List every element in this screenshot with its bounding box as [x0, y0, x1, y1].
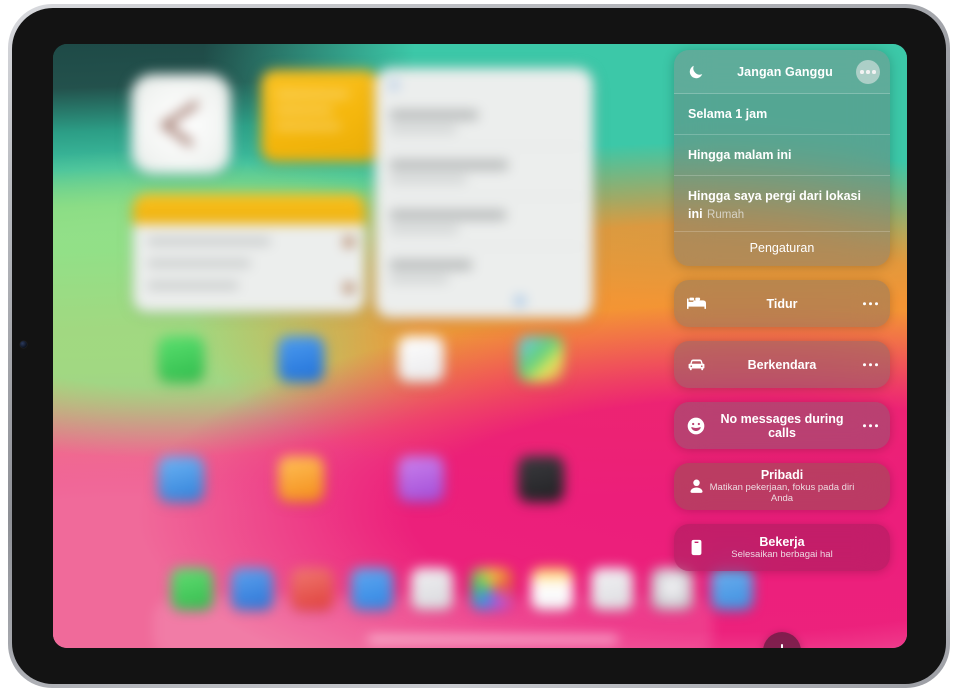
- list-widget-title: [389, 260, 473, 270]
- notes-line: [275, 92, 349, 97]
- ellipsis-icon[interactable]: [862, 423, 878, 428]
- app-icon-orange[interactable]: [278, 456, 324, 502]
- focus-mode-bekerja[interactable]: Bekerja Selesaikan berbagai hal: [674, 524, 890, 571]
- bed-icon: [686, 294, 706, 314]
- notes-line: [275, 124, 341, 129]
- focus-mode-sublabel: Matikan pekerjaan, fokus pada diri Anda: [709, 482, 855, 504]
- smiley-icon: [686, 416, 706, 436]
- focus-mode-tidur[interactable]: Tidur: [674, 280, 890, 327]
- tablet-screen: Jangan Ganggu Selama 1 jam Hingga malam …: [53, 44, 907, 648]
- dnd-option-leave-location[interactable]: Hingga saya pergi dari lokasi ini Rumah: [674, 176, 890, 232]
- list-widget-sub: [389, 276, 449, 283]
- list-widget-divider: [389, 196, 583, 197]
- list-widget-badge: [515, 296, 525, 306]
- new-focus-button[interactable]: [763, 632, 801, 648]
- dock-icon-azure[interactable]: [351, 568, 393, 610]
- dock-icon-blue[interactable]: [231, 568, 273, 610]
- car-icon: [686, 355, 706, 375]
- focus-panel: Jangan Ganggu Selama 1 jam Hingga malam …: [674, 50, 890, 585]
- person-icon: [686, 477, 706, 497]
- app-icon-dark[interactable]: [518, 456, 564, 502]
- settings-button[interactable]: Pengaturan: [674, 232, 890, 266]
- focus-mode-text: Bekerja Selesaikan berbagai hal: [674, 535, 890, 561]
- dnd-option-label: Hingga malam ini: [688, 148, 792, 162]
- reminders-row: [147, 282, 239, 289]
- notes-widget[interactable]: [261, 70, 379, 162]
- dnd-option-one-hour[interactable]: Selama 1 jam: [674, 94, 890, 135]
- dnd-option-tonight[interactable]: Hingga malam ini: [674, 135, 890, 176]
- list-widget-divider: [389, 146, 583, 147]
- front-camera-icon: [20, 341, 27, 348]
- focus-mode-sublabel: Selesaikan berbagai hal: [731, 548, 833, 560]
- list-widget-title: [389, 110, 479, 120]
- app-icon-blue[interactable]: [278, 336, 324, 382]
- app-icon-white[interactable]: [398, 336, 444, 382]
- reminders-avatar: [343, 282, 355, 294]
- app-icon-blue2[interactable]: [158, 456, 204, 502]
- clock-widget[interactable]: [131, 74, 231, 174]
- moon-icon: [687, 63, 705, 81]
- dock-icon-light[interactable]: [591, 568, 633, 610]
- focus-mode-text: No messages during calls: [674, 412, 890, 440]
- do-not-disturb-card: Jangan Ganggu Selama 1 jam Hingga malam …: [674, 50, 890, 266]
- new-focus-group: Fokus Baru: [674, 632, 890, 648]
- focus-mode-title: Bekerja: [759, 534, 805, 549]
- focus-mode-pribadi[interactable]: Pribadi Matikan pekerjaan, fokus pada di…: [674, 463, 890, 510]
- reminders-row: [147, 260, 251, 267]
- dnd-option-sublabel: Rumah: [707, 209, 745, 221]
- list-widget-sub: [389, 176, 467, 183]
- list-widget[interactable]: [375, 68, 593, 318]
- list-widget-sub: [389, 226, 459, 233]
- plus-icon-vertical: [780, 643, 784, 648]
- dock-icon-green[interactable]: [171, 568, 213, 610]
- reminders-widget[interactable]: [133, 194, 365, 312]
- list-widget-sub: [389, 126, 457, 133]
- ellipsis-icon[interactable]: [856, 60, 880, 84]
- dock-icon-grey[interactable]: [411, 568, 453, 610]
- focus-mode-text: Tidur: [674, 297, 890, 311]
- ellipsis-icon[interactable]: [862, 301, 878, 306]
- ellipsis-icon[interactable]: [862, 362, 878, 367]
- focus-mode-text: Berkendara: [674, 358, 890, 372]
- reminders-widget-header: [133, 194, 365, 224]
- dnd-option-label: Selama 1 jam: [688, 107, 768, 121]
- focus-mode-title: Pribadi: [760, 468, 804, 483]
- focus-mode-title: Berkendara: [747, 357, 817, 372]
- focus-mode-no-messages[interactable]: No messages during calls: [674, 402, 890, 449]
- list-widget-divider: [389, 246, 583, 247]
- do-not-disturb-header[interactable]: Jangan Ganggu: [674, 50, 890, 94]
- dock-icon-white[interactable]: [531, 568, 573, 610]
- focus-mode-text: Pribadi Matikan pekerjaan, fokus pada di…: [674, 468, 890, 504]
- dock-icon-red[interactable]: [291, 568, 333, 610]
- focus-mode-title: No messages during calls: [720, 411, 844, 440]
- app-icon-purple[interactable]: [398, 456, 444, 502]
- list-widget-badge: [389, 80, 399, 90]
- focus-mode-title: Tidur: [766, 296, 798, 311]
- badge-icon: [686, 538, 706, 558]
- focus-mode-berkendara[interactable]: Berkendara: [674, 341, 890, 388]
- reminders-avatar: [343, 236, 355, 248]
- reminders-row: [147, 238, 271, 245]
- app-icon-maps[interactable]: [518, 336, 564, 382]
- list-widget-title: [389, 210, 507, 220]
- home-indicator[interactable]: [368, 637, 618, 642]
- notes-line: [275, 108, 333, 113]
- clock-hand-minute: [160, 120, 195, 148]
- list-widget-title: [389, 160, 509, 170]
- app-icon-green[interactable]: [158, 336, 204, 382]
- dock-icon-photos[interactable]: [471, 568, 513, 610]
